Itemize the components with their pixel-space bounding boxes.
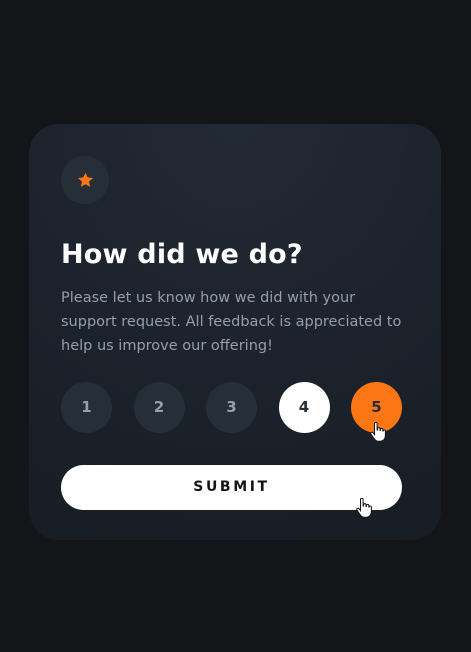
rating-option-1[interactable]: 1 [61, 381, 112, 433]
rating-option-3[interactable]: 3 [206, 381, 257, 433]
rating-card: How did we do? Please let us know how we… [29, 124, 441, 540]
rating-option-2[interactable]: 2 [133, 381, 185, 433]
rating-options: 1 2 3 4 5 [61, 381, 402, 433]
star-icon [77, 172, 94, 188]
card-title: How did we do? [61, 239, 303, 270]
submit-button[interactable]: SUBMIT [61, 464, 402, 510]
star-badge [61, 156, 109, 204]
rating-option-5[interactable]: 5 [351, 381, 402, 433]
rating-option-4[interactable]: 4 [278, 381, 330, 433]
card-description: Please let us know how we did with your … [61, 289, 402, 354]
